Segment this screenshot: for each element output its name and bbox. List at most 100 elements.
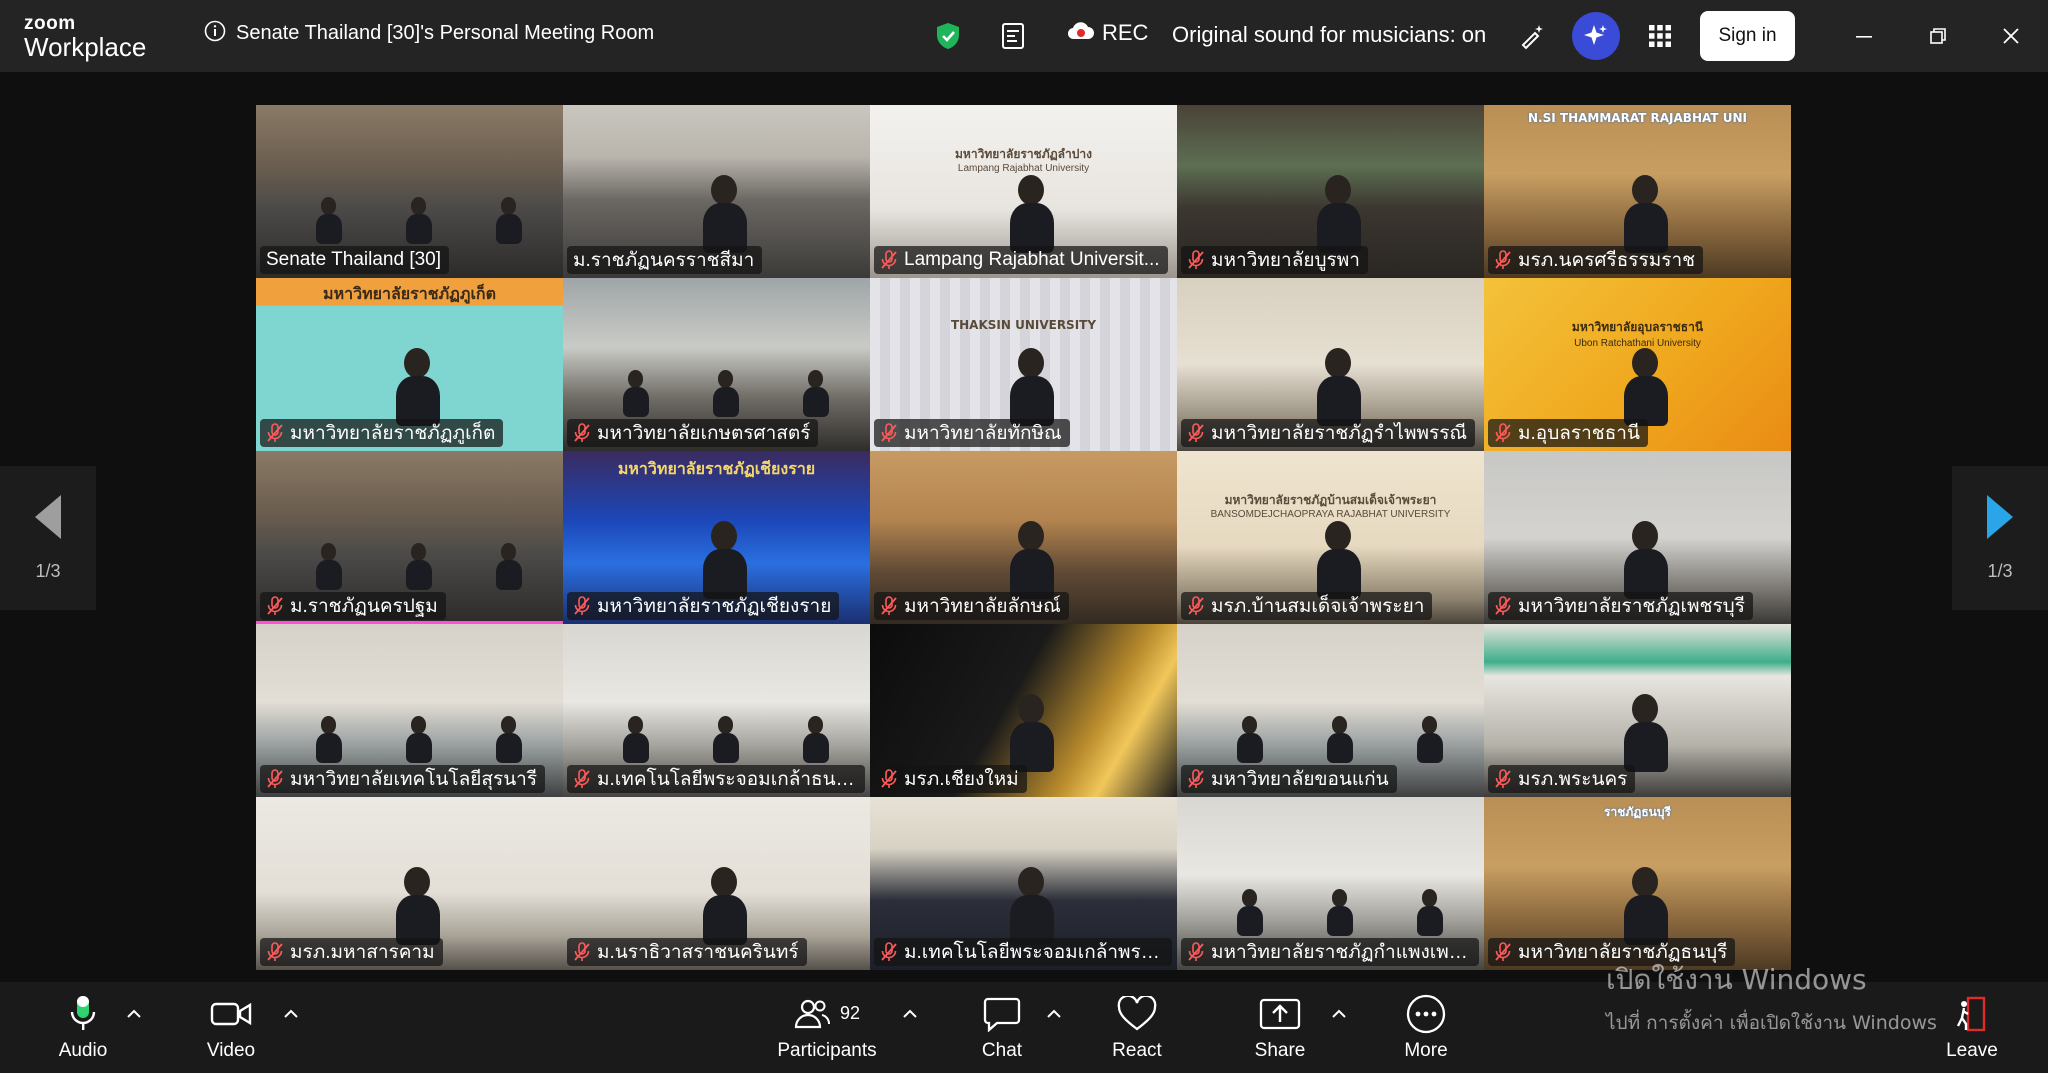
participant-name: มหาวิทยาลัยลักษณ์ (904, 596, 1061, 617)
video-camera-icon (210, 994, 252, 1034)
muted-microphone-icon (574, 769, 590, 788)
leave-door-icon (1954, 994, 1990, 1034)
participant-name: ม.ราชภัฏนครปฐม (290, 596, 438, 617)
chat-options-caret[interactable] (1044, 1004, 1064, 1024)
previous-page-button[interactable]: 1/3 (0, 466, 96, 610)
video-banner-text: N.SI THAMMARAT RAJABHAT UNI (1528, 111, 1747, 125)
participant-name: มหาวิทยาลัยขอนแก่น (1211, 769, 1389, 790)
info-icon[interactable] (204, 20, 226, 46)
muted-microphone-icon (881, 423, 897, 442)
participant-video-tile[interactable]: มรภ.พระนคร (1484, 624, 1791, 797)
audio-label: Audio (58, 1039, 108, 1061)
share-button[interactable]: Share (1245, 982, 1315, 1073)
top-bar: zoom Workplace Senate Thailand [30]'s Pe… (0, 0, 2048, 72)
chevron-right-icon (1985, 494, 2015, 543)
participant-video-tile[interactable]: มหาวิทยาลัยราชภัฏกำแพงเพชร (1177, 797, 1484, 970)
apps-grid-icon[interactable] (1641, 17, 1679, 55)
muted-microphone-icon (881, 250, 897, 269)
participants-icon: 92 (794, 994, 860, 1034)
video-button[interactable]: Video (196, 982, 266, 1073)
participant-video-tile[interactable]: มหาวิทยาลัยอุบลราชธานี Ubon Ratchathani U… (1484, 278, 1791, 451)
participant-nametag: มรภ.มหาสารคาม (260, 938, 443, 966)
participant-nametag: มหาวิทยาลัยบูรพา (1181, 246, 1368, 274)
share-screen-icon (1259, 994, 1301, 1034)
chat-button[interactable]: Chat (967, 982, 1037, 1073)
video-banner-text: มหาวิทยาลัยราชภัฏบ้านสมเด็จเจ้าพระยา (1224, 493, 1437, 507)
participants-options-caret[interactable] (900, 1004, 920, 1024)
participant-nametag: มรภ.นครศรีธรรมราช (1488, 246, 1704, 274)
participant-video-tile[interactable]: มหาวิทยาลัยราชภัฏบ้านสมเด็จเจ้าพระยา BANS… (1177, 451, 1484, 624)
participant-nametag: ม.ราชภัฏนครปฐม (260, 592, 446, 620)
video-banner-text: มหาวิทยาลัยราชภัฏเชียงราย (617, 459, 816, 478)
magic-pen-icon[interactable] (1513, 17, 1551, 55)
more-dots-icon (1406, 994, 1446, 1034)
participant-video-tile[interactable]: มหาวิทยาลัยเกษตรศาสตร์ (563, 278, 870, 451)
participant-video-tile[interactable]: N.SI THAMMARAT RAJABHAT UNI มรภ.นครศรีธรร… (1484, 105, 1791, 278)
more-button[interactable]: More (1391, 982, 1461, 1073)
participant-video-tile[interactable]: ม.เทคโนโลยีพระจอมเกล้าพระนคร... (870, 797, 1177, 970)
muted-microphone-icon (574, 942, 590, 961)
participant-nametag: มหาวิทยาลัยขอนแก่น (1181, 765, 1397, 793)
participant-video-tile[interactable]: Senate Thailand [30] (256, 105, 563, 278)
participant-name: มหาวิทยาลัยราชภัฏรำไพพรรณี (1211, 423, 1468, 444)
participant-name: มรภ.พระนคร (1518, 769, 1628, 790)
participant-video-tile[interactable]: ม.ราชภัฏนครราชสีมา (563, 105, 870, 278)
react-button[interactable]: React (1102, 982, 1172, 1073)
participant-video-tile[interactable]: มรภ.มหาสารคาม (256, 797, 563, 970)
participant-name: Lampang Rajabhat Universit... (904, 249, 1160, 270)
muted-microphone-icon (267, 942, 283, 961)
participant-video-tile[interactable]: มหาวิทยาลัยขอนแก่น (1177, 624, 1484, 797)
participant-video-tile[interactable]: มหาวิทยาลัยราชภัฏภูเก็ต มหาวิทยาลัยราชภัฏ… (256, 278, 563, 451)
share-options-caret[interactable] (1329, 1004, 1349, 1024)
participant-video-tile[interactable]: มหาวิทยาลัยราชภัฏลำปาง Lampang Rajabhat U… (870, 105, 1177, 278)
participant-video-tile[interactable]: มรภ.เชียงใหม่ (870, 624, 1177, 797)
muted-microphone-icon (881, 596, 897, 615)
video-label: Video (206, 1039, 256, 1061)
shield-check-icon[interactable] (929, 17, 967, 55)
participant-video-tile[interactable]: ม.เทคโนโลยีพระจอมเกล้าธนบุรี (563, 624, 870, 797)
captions-icon[interactable] (995, 17, 1033, 55)
participant-video-tile[interactable]: ม.นราธิวาสราชนครินทร์ (563, 797, 870, 970)
original-sound-status[interactable]: Original sound for musicians: on (1172, 22, 1486, 48)
microphone-icon (68, 994, 98, 1034)
participant-name: ม.อุบลราชธานี (1518, 423, 1640, 444)
ai-companion-icon[interactable] (1572, 12, 1620, 60)
muted-microphone-icon (1188, 942, 1204, 961)
participants-label: Participants (777, 1039, 877, 1061)
recording-indicator[interactable]: REC (1066, 20, 1148, 46)
close-icon[interactable] (1993, 18, 2029, 54)
restore-icon[interactable] (1920, 18, 1956, 54)
participant-name: มหาวิทยาลัยทักษิณ (904, 423, 1062, 444)
participant-nametag: ม.เทคโนโลยีพระจอมเกล้าธนบุรี (567, 765, 865, 793)
participant-video-tile[interactable]: มหาวิทยาลัยราชภัฏรำไพพรรณี (1177, 278, 1484, 451)
audio-options-caret[interactable] (124, 1004, 144, 1024)
meeting-info[interactable]: Senate Thailand [30]'s Personal Meeting … (204, 20, 654, 46)
leave-button[interactable]: Leave (1937, 982, 2007, 1073)
participant-video-tile[interactable]: มหาวิทยาลัยราชภัฏเชียงราย มหาวิทยาลัยราชภ… (563, 451, 870, 624)
participant-count: 92 (839, 1003, 861, 1023)
next-page-button[interactable]: 1/3 (1952, 466, 2048, 610)
muted-microphone-icon (1188, 596, 1204, 615)
sign-in-button[interactable]: Sign in (1700, 11, 1795, 61)
minimize-icon[interactable] (1846, 18, 1882, 54)
participant-video-tile[interactable]: มหาวิทยาลัยลักษณ์ (870, 451, 1177, 624)
participant-video-tile[interactable]: ราชภัฏธนบุรี มหาวิทยาลัยราชภัฏธนบุรี (1484, 797, 1791, 970)
muted-microphone-icon (574, 423, 590, 442)
participant-video-tile[interactable]: มหาวิทยาลัยราชภัฏเพชรบุรี (1484, 451, 1791, 624)
participant-video-tile[interactable]: มหาวิทยาลัยบูรพา (1177, 105, 1484, 278)
participant-nametag: ม.เทคโนโลยีพระจอมเกล้าพระนคร... (874, 938, 1172, 966)
muted-microphone-icon (1495, 596, 1511, 615)
participants-button[interactable]: 92 Participants (772, 982, 882, 1073)
participant-video-tile[interactable]: มหาวิทยาลัยเทคโนโลยีสุรนารี (256, 624, 563, 797)
participant-video-tile[interactable]: THAKSIN UNIVERSITY มหาวิทยาลัยทักษิณ (870, 278, 1177, 451)
audio-button[interactable]: Audio (48, 982, 118, 1073)
meeting-title: Senate Thailand [30]'s Personal Meeting … (236, 21, 655, 44)
participant-name: มหาวิทยาลัยเทคโนโลยีสุรนารี (290, 769, 538, 790)
logo-line1: zoom (24, 13, 76, 34)
chevron-left-icon (33, 494, 63, 543)
participant-nametag: มหาวิทยาลัยราชภัฏกำแพงเพชร (1181, 938, 1479, 966)
muted-microphone-icon (881, 769, 897, 788)
muted-microphone-icon (1188, 769, 1204, 788)
video-options-caret[interactable] (281, 1004, 301, 1024)
participant-video-tile[interactable]: ม.ราชภัฏนครปฐม (256, 451, 563, 624)
